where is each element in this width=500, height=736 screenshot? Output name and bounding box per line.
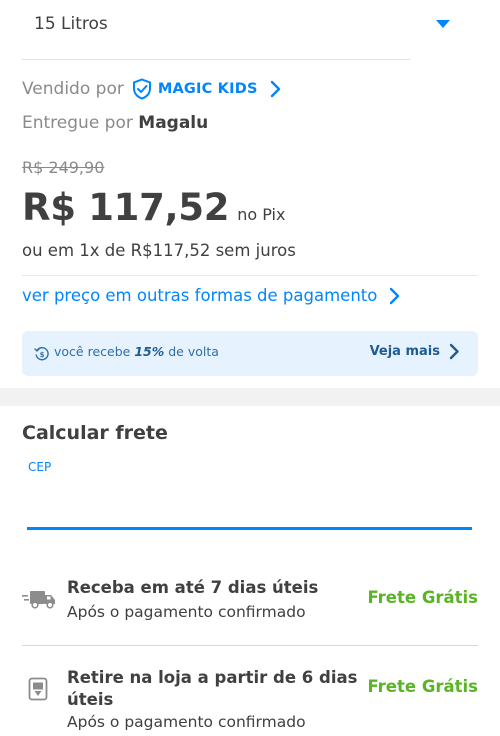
shipping-option-price: Frete Grátis xyxy=(367,677,478,696)
shipping-option-price: Frete Grátis xyxy=(367,588,478,607)
cep-input[interactable] xyxy=(27,478,472,530)
cashback-text: você recebe 15% de volta xyxy=(54,344,219,359)
store-pickup-icon xyxy=(28,677,48,701)
seller-name: MAGIC KIDS xyxy=(157,81,258,97)
shipping-option-title-line1: Retire na loja a partir de 6 dias xyxy=(67,668,358,687)
shipping-option-pickup: Retire na loja a partir de 6 dias úteis … xyxy=(0,660,500,736)
delivered-by-name: Magalu xyxy=(138,113,209,133)
variant-select-value: 15 Litros xyxy=(34,14,108,34)
price: R$ 117,52 xyxy=(22,186,230,229)
sold-by-label: Vendido por xyxy=(22,79,124,99)
other-payments-label: ver preço em outras formas de pagamento xyxy=(22,286,378,305)
truck-icon xyxy=(22,591,55,609)
divider xyxy=(22,645,478,646)
svg-text:$: $ xyxy=(40,351,45,359)
cep-label: CEP xyxy=(28,460,52,474)
cashback-icon: $ xyxy=(34,347,49,361)
cashback-banner: $ você recebe 15% de volta Veja mais xyxy=(22,331,478,376)
shipping-option-subtitle: Após o pagamento confirmado xyxy=(67,713,306,731)
price-suffix: no Pix xyxy=(237,205,286,224)
shipping-option-title: Receba em até 7 dias úteis xyxy=(67,578,319,597)
caret-down-icon[interactable] xyxy=(436,20,450,28)
chevron-right-icon xyxy=(270,80,280,98)
cashback-more-link[interactable]: Veja mais xyxy=(370,343,460,360)
cashback-percent: 15% xyxy=(134,344,165,359)
chevron-right-icon xyxy=(449,343,459,360)
divider xyxy=(22,275,478,276)
delivered-by-label: Entregue por xyxy=(22,113,133,133)
variant-select[interactable]: 15 Litros xyxy=(22,0,450,60)
section-separator xyxy=(0,388,500,406)
freight-title: Calcular frete xyxy=(22,422,168,444)
shipping-option-title-line2: úteis xyxy=(67,690,114,709)
old-price: R$ 249,90 xyxy=(22,158,105,177)
shipping-option-delivery: Receba em até 7 dias úteis Após o pagame… xyxy=(0,568,500,638)
installments-text: ou em 1x de R$117,52 sem juros xyxy=(22,241,296,260)
cashback-text-after: de volta xyxy=(168,344,219,359)
seller-link[interactable]: MAGIC KIDS xyxy=(132,78,282,100)
cashback-text-before: você recebe xyxy=(54,344,131,359)
other-payments-link[interactable]: ver preço em outras formas de pagamento xyxy=(22,286,401,305)
cashback-more-label: Veja mais xyxy=(369,344,440,359)
shipping-option-subtitle: Após o pagamento confirmado xyxy=(67,603,306,621)
price-row: R$ 117,52 no Pix xyxy=(22,186,285,229)
shield-check-icon xyxy=(132,78,151,100)
chevron-right-icon xyxy=(390,287,400,304)
delivered-by-row: Entregue por Magalu xyxy=(22,113,208,133)
sold-by-row: Vendido por MAGIC KIDS xyxy=(22,76,282,102)
